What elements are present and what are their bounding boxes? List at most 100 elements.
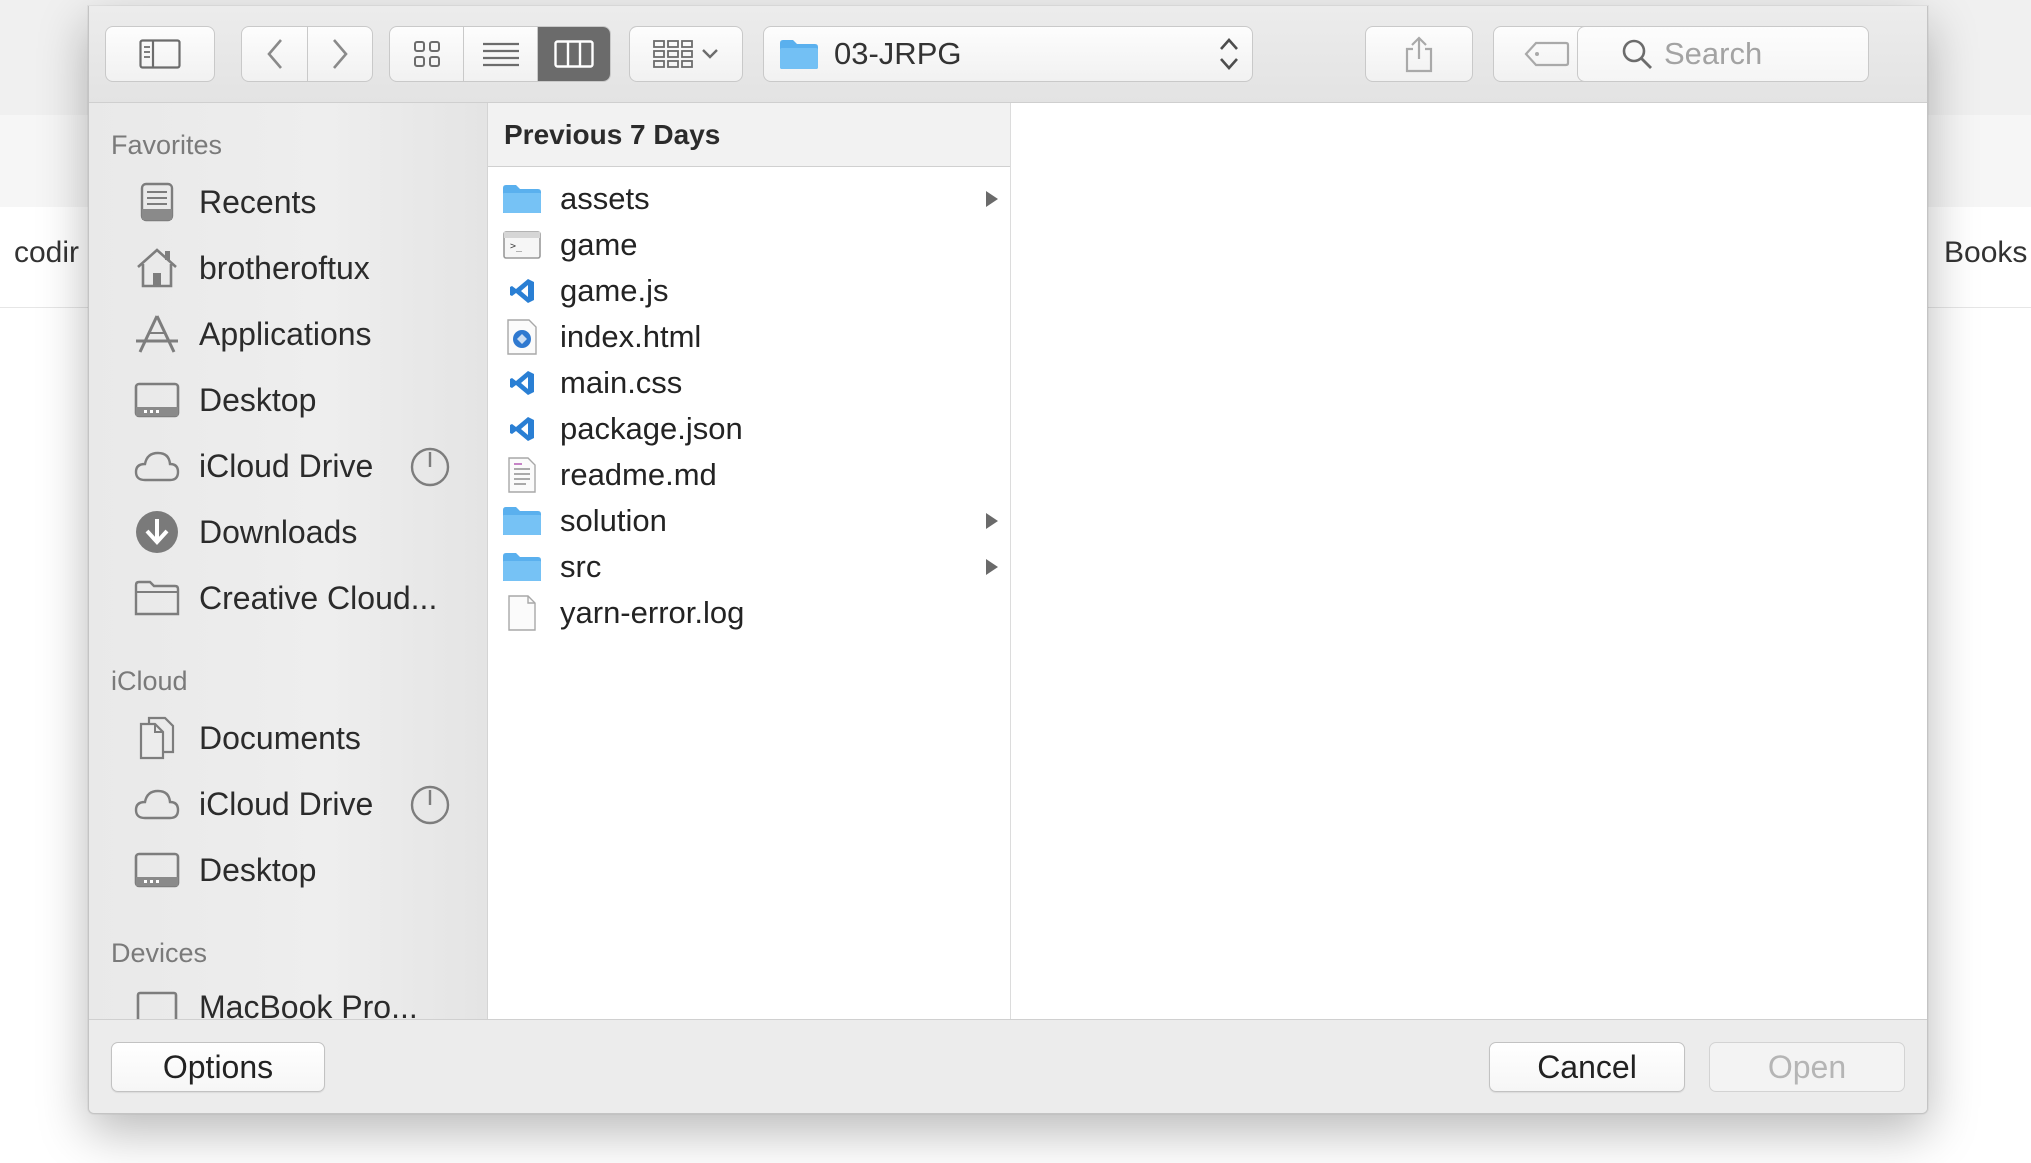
- sidebar-item-downloads[interactable]: Downloads: [133, 504, 473, 560]
- sidebar-item-documents[interactable]: Documents: [133, 710, 473, 766]
- file-row-readme-md[interactable]: readme.md: [488, 452, 1010, 498]
- file-name: game.js: [560, 273, 669, 308]
- sidebar-toggle-button[interactable]: [105, 26, 215, 82]
- background-tab-right[interactable]: Books: [1944, 236, 2027, 270]
- vscode-file-icon: [502, 271, 542, 311]
- sidebar-item-label: Desktop: [199, 851, 317, 888]
- folder-icon: [133, 574, 181, 622]
- background-tab-left[interactable]: codir: [14, 236, 79, 270]
- sidebar-item-label: Desktop: [199, 381, 317, 418]
- file-name: assets: [560, 181, 650, 216]
- sidebar-item-home[interactable]: brotheroftux: [133, 240, 473, 296]
- dialog-toolbar: 03-JRPG Search: [89, 6, 1927, 103]
- sidebar-item-label: iCloud Drive: [199, 785, 374, 822]
- disclosure-arrow-icon: [986, 191, 998, 207]
- sidebar-item-label: brotheroftux: [199, 249, 370, 286]
- sync-progress-icon: [410, 447, 450, 487]
- back-button[interactable]: [242, 27, 307, 81]
- sidebar-item-desktop-icloud[interactable]: Desktop: [133, 842, 473, 898]
- options-button[interactable]: Options: [111, 1042, 325, 1092]
- search-placeholder: Search: [1664, 36, 1763, 71]
- file-row-assets[interactable]: assets: [488, 176, 1010, 222]
- sidebar-item-label: Creative Cloud...: [199, 579, 438, 616]
- sidebar-item-label: Applications: [199, 315, 372, 352]
- sidebar-item-label: MacBook Pro...: [199, 988, 418, 1020]
- sidebar-header-devices: Devices: [111, 938, 208, 968]
- column-header: Previous 7 Days: [488, 103, 1010, 167]
- svg-text:>_: >_: [510, 241, 523, 252]
- location-popup[interactable]: 03-JRPG: [763, 26, 1253, 82]
- html-file-icon: [502, 317, 542, 357]
- downloads-icon: [133, 508, 181, 556]
- cloud-icon: [133, 442, 181, 490]
- vscode-file-icon: [502, 363, 542, 403]
- cloud-icon: [133, 780, 181, 828]
- file-row-src[interactable]: src: [488, 544, 1010, 590]
- sidebar-toggle-icon: [139, 39, 181, 69]
- documents-icon: [133, 714, 181, 762]
- sidebar-item-desktop[interactable]: Desktop: [133, 372, 473, 428]
- share-button[interactable]: [1365, 26, 1473, 82]
- folder-icon: [502, 179, 542, 219]
- preview-pane: [1011, 103, 1927, 1019]
- sidebar-item-label: Downloads: [199, 513, 358, 550]
- file-row-yarn-error-log[interactable]: yarn-error.log: [488, 590, 1010, 636]
- cancel-button[interactable]: Cancel: [1489, 1042, 1685, 1092]
- column-view-button[interactable]: [536, 27, 610, 81]
- forward-button[interactable]: [307, 27, 372, 81]
- file-column: Previous 7 Days assets >_ game game.js i…: [488, 103, 1011, 1019]
- vscode-file-icon: [502, 409, 542, 449]
- group-by-button[interactable]: [629, 26, 743, 82]
- sidebar-item-creative-cloud[interactable]: Creative Cloud...: [133, 570, 473, 626]
- sidebar-item-macbook[interactable]: MacBook Pro...: [133, 979, 473, 1019]
- sidebar-item-recents[interactable]: Recents: [133, 174, 473, 230]
- list-view-button[interactable]: [463, 27, 536, 81]
- updown-chevron-icon: [1220, 38, 1238, 70]
- sidebar: Favorites Recents brotheroftux Applicati…: [89, 103, 488, 1019]
- file-row-game-js[interactable]: game.js: [488, 268, 1010, 314]
- sidebar-item-icloud-drive[interactable]: iCloud Drive: [133, 438, 473, 494]
- search-field[interactable]: Search: [1577, 26, 1869, 82]
- file-name: readme.md: [560, 457, 717, 492]
- column-view-icon: [554, 40, 594, 68]
- file-row-main-css[interactable]: main.css: [488, 360, 1010, 406]
- sidebar-header-favorites: Favorites: [111, 130, 223, 160]
- applications-icon: [133, 310, 181, 358]
- text-file-icon: [502, 455, 542, 495]
- icon-view-button[interactable]: [390, 27, 463, 81]
- sidebar-item-label: Documents: [199, 719, 361, 756]
- folder-icon: [502, 547, 542, 587]
- chevron-right-icon: [333, 39, 348, 69]
- share-icon: [1405, 36, 1433, 73]
- file-name: solution: [560, 503, 667, 538]
- folder-icon: [780, 40, 818, 69]
- home-icon: [133, 244, 181, 292]
- file-name: main.css: [560, 365, 683, 400]
- tag-icon: [1524, 41, 1570, 67]
- file-row-index-html[interactable]: index.html: [488, 314, 1010, 360]
- desktop-icon: [133, 376, 181, 424]
- sidebar-item-label: Recents: [199, 183, 317, 220]
- location-popup-label: 03-JRPG: [834, 36, 962, 71]
- sidebar-item-icloud-drive-2[interactable]: iCloud Drive: [133, 776, 473, 832]
- file-row-package-json[interactable]: package.json: [488, 406, 1010, 452]
- open-button[interactable]: Open: [1709, 1042, 1905, 1092]
- sidebar-header-icloud: iCloud: [111, 666, 188, 696]
- disclosure-arrow-icon: [986, 559, 998, 575]
- sync-progress-icon: [410, 785, 450, 825]
- view-mode-segment: [389, 26, 611, 82]
- laptop-icon: [133, 983, 181, 1019]
- open-file-dialog: 03-JRPG Search Favorites Recents brother…: [88, 6, 1928, 1114]
- list-view-icon: [482, 42, 519, 67]
- search-icon: [1622, 39, 1652, 69]
- blank-file-icon: [502, 593, 542, 633]
- recents-icon: [133, 178, 181, 226]
- navigation-segment: [241, 26, 373, 82]
- icon-view-icon: [413, 41, 440, 67]
- sidebar-item-applications[interactable]: Applications: [133, 306, 473, 362]
- group-icon: [653, 40, 693, 68]
- file-name: yarn-error.log: [560, 595, 745, 630]
- disclosure-arrow-icon: [986, 513, 998, 529]
- file-row-solution[interactable]: solution: [488, 498, 1010, 544]
- file-row-game[interactable]: >_ game: [488, 222, 1010, 268]
